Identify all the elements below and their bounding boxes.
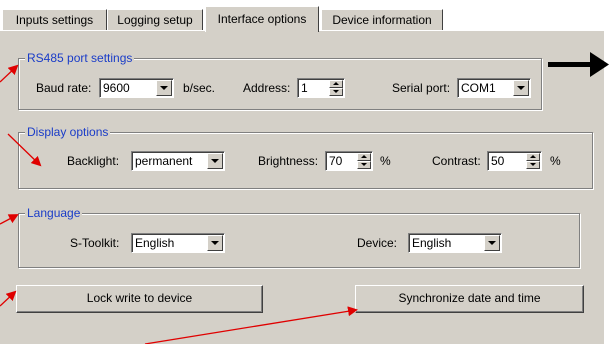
- brightness-value: 70: [329, 154, 343, 168]
- contrast-spinner: [526, 153, 540, 169]
- backlight-select[interactable]: permanent: [131, 151, 225, 171]
- backlight-value: permanent: [135, 154, 193, 168]
- lock-write-button[interactable]: Lock write to device: [16, 285, 263, 313]
- device-language-value: English: [412, 236, 452, 250]
- s-toolkit-language-dropdown-icon[interactable]: [207, 235, 223, 251]
- brightness-stepper[interactable]: 70: [325, 151, 373, 171]
- contrast-down-icon[interactable]: [526, 161, 540, 169]
- contrast-label: Contrast:: [432, 154, 481, 168]
- s-toolkit-language-select[interactable]: English: [131, 233, 225, 253]
- baud-rate-unit: b/sec.: [183, 81, 216, 95]
- device-language-select[interactable]: English: [408, 233, 502, 253]
- synchronize-date-time-button[interactable]: Synchronize date and time: [355, 285, 584, 313]
- contrast-unit: %: [550, 154, 561, 168]
- serial-port-value: COM1: [461, 81, 496, 95]
- backlight-dropdown-icon[interactable]: [207, 153, 223, 169]
- tab-device-information[interactable]: Device information: [321, 9, 443, 31]
- address-label: Address:: [243, 81, 291, 95]
- address-spinner: [329, 80, 343, 96]
- tab-logging-setup[interactable]: Logging setup: [107, 9, 203, 31]
- tab-bar: Inputs settings Logging setup Interface …: [0, 0, 616, 32]
- contrast-stepper[interactable]: 50: [487, 151, 542, 171]
- address-down-icon[interactable]: [329, 88, 343, 96]
- tab-inputs-settings[interactable]: Inputs settings: [2, 9, 107, 31]
- s-toolkit-language-value: English: [135, 236, 175, 250]
- address-stepper[interactable]: 1: [297, 78, 345, 98]
- contrast-value: 50: [491, 154, 505, 168]
- baud-rate-label: Baud rate:: [36, 81, 92, 95]
- brightness-up-icon[interactable]: [357, 153, 371, 161]
- brightness-down-icon[interactable]: [357, 161, 371, 169]
- language-group-title: Language: [25, 206, 83, 220]
- baud-rate-value: 9600: [103, 81, 130, 95]
- address-up-icon[interactable]: [329, 80, 343, 88]
- serial-port-dropdown-icon[interactable]: [513, 80, 529, 96]
- brightness-unit: %: [380, 154, 391, 168]
- contrast-up-icon[interactable]: [526, 153, 540, 161]
- tab-interface-options[interactable]: Interface options: [205, 6, 319, 32]
- device-language-label: Device:: [357, 236, 398, 250]
- rs485-group-title: RS485 port settings: [25, 51, 135, 65]
- s-toolkit-label: S-Toolkit:: [70, 236, 120, 250]
- serial-port-label: Serial port:: [392, 81, 451, 95]
- baud-rate-select[interactable]: 9600: [99, 78, 174, 98]
- address-value: 1: [301, 81, 308, 95]
- baud-rate-dropdown-icon[interactable]: [156, 80, 172, 96]
- display-options-group-title: Display options: [25, 125, 111, 139]
- backlight-label: Backlight:: [67, 154, 120, 168]
- serial-port-select[interactable]: COM1: [457, 78, 531, 98]
- device-language-dropdown-icon[interactable]: [484, 235, 500, 251]
- brightness-label: Brightness:: [258, 154, 319, 168]
- brightness-spinner: [357, 153, 371, 169]
